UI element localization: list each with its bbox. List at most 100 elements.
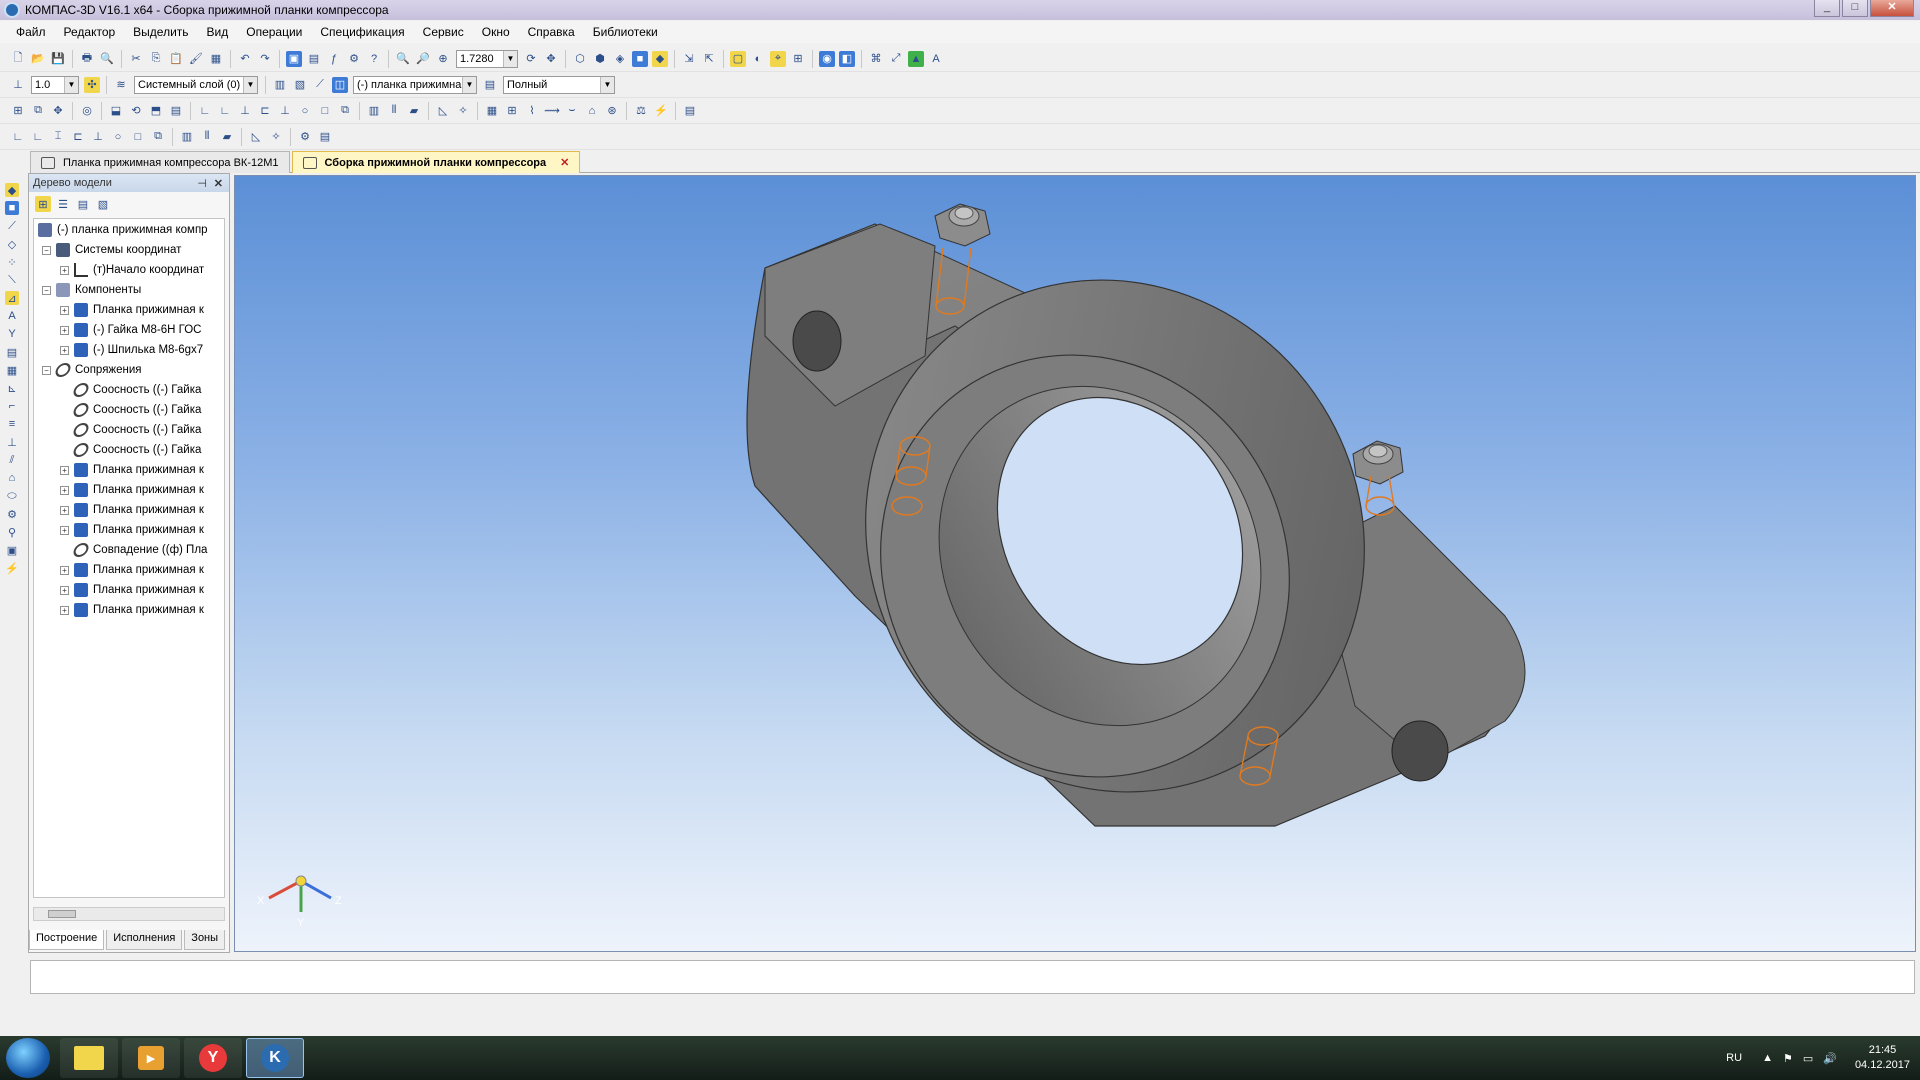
tree-document-icon[interactable]: ▤ (75, 196, 91, 212)
analysis-icon[interactable]: ⚡ (5, 561, 19, 575)
curve-icon[interactable]: ⟿ (544, 103, 560, 119)
appearance-icon[interactable]: ◧ (839, 50, 855, 67)
close-button[interactable]: ✕ (1870, 0, 1914, 17)
display-mode-icon[interactable]: ▤ (482, 77, 498, 93)
tree-node-component-plate[interactable]: + Планка прижимная к (60, 300, 204, 320)
orientation-icon[interactable]: ⌘ (868, 51, 884, 67)
table-icon[interactable]: ▤ (168, 103, 184, 119)
tab-versions[interactable]: Исполнения (106, 930, 183, 950)
shaded-icon[interactable]: ◈ (612, 51, 628, 67)
create-part-icon[interactable]: ⧉ (30, 103, 46, 119)
revolve-icon[interactable]: ⟲ (128, 103, 144, 119)
mate-fix-icon[interactable]: ⧉ (150, 129, 166, 145)
tab-construction[interactable]: Построение (29, 930, 105, 950)
designations-icon[interactable]: A (5, 309, 19, 323)
mate-gear-icon[interactable]: ⫴ (199, 129, 215, 145)
save-icon[interactable]: 💾 (50, 51, 66, 67)
library-icon[interactable]: ▤ (306, 51, 322, 67)
taskbar-kompas[interactable]: K (246, 1038, 304, 1078)
tree-node-mate-group[interactable]: + Планка прижимная к (60, 520, 204, 540)
mate-rotation-icon[interactable]: ◺ (248, 129, 264, 145)
gears-icon[interactable]: ⚙ (5, 507, 19, 521)
mate-tangent-icon[interactable]: □ (130, 129, 146, 145)
component-combo[interactable]: (-) планка прижимна ▼ (353, 75, 477, 94)
tree-node-root[interactable]: (-) планка прижимная компр (38, 220, 208, 240)
measure-icon[interactable]: ⌖ (770, 50, 786, 67)
tree-node-mate-group[interactable]: + Планка прижимная к (60, 480, 204, 500)
hole-icon[interactable]: ◎ (79, 103, 95, 119)
tray-arrow-icon[interactable]: ▲ (1762, 1052, 1773, 1064)
tree-node-mate[interactable]: Соосность ((-) Гайка (71, 420, 201, 440)
tree-node-mates[interactable]: − Сопряжения (42, 360, 142, 380)
move-component-icon[interactable]: ✥ (50, 103, 66, 119)
copy-icon[interactable]: ⎘ (148, 51, 164, 67)
mate-point-icon[interactable]: ✧ (268, 129, 284, 145)
section-icon[interactable]: ⊞ (790, 51, 806, 67)
expand-icon[interactable]: + (60, 525, 69, 535)
dimensions-icon[interactable]: ⊿ (5, 291, 19, 305)
format-painter-icon[interactable]: 🖌 (188, 51, 204, 67)
zoom-combo[interactable]: 1.7280 ▼ (456, 49, 518, 68)
step-combo[interactable]: 1.0 ▼ (31, 75, 79, 94)
tree-node-coord-systems[interactable]: − Системы координат (42, 240, 181, 260)
mate-distance-icon[interactable]: ⊥ (90, 129, 106, 145)
cut-icon[interactable]: ✂ (128, 51, 144, 67)
network-icon[interactable]: ▭ (1803, 1052, 1813, 1065)
select-filter-icon[interactable]: ⇲ (681, 51, 697, 67)
parametrize-icon[interactable]: ⟋ (312, 77, 328, 93)
zoom-all-icon[interactable]: 🔎 (415, 51, 431, 67)
mirror-icon[interactable]: ⫴ (386, 103, 402, 119)
menu-select[interactable]: Выделить (133, 25, 188, 39)
loft-icon[interactable]: ⌂ (584, 103, 600, 119)
tab-zones[interactable]: Зоны (184, 930, 226, 950)
tree-node-mate[interactable]: Соосность ((-) Гайка (71, 400, 201, 420)
pin-icon[interactable]: ⊣ (197, 177, 207, 190)
point-icon[interactable]: ✧ (455, 103, 471, 119)
solid-ops-icon[interactable]: ■ (5, 201, 19, 215)
expand-icon[interactable]: + (60, 485, 69, 495)
expand-icon[interactable]: + (60, 585, 69, 595)
mate-perpendicular-icon[interactable]: ∟ (30, 129, 46, 145)
tab-part-document[interactable]: Планка прижимная компрессора ВК-12М1 (30, 151, 290, 173)
library-manager-icon[interactable]: ▣ (5, 543, 19, 557)
paste-icon[interactable]: 📋 (168, 51, 184, 67)
expand-icon[interactable]: + (60, 265, 69, 275)
minimize-button[interactable]: _ (1814, 0, 1840, 17)
wireframe-icon[interactable]: ⬡ (572, 51, 588, 67)
matrix-icon[interactable]: ⊞ (504, 103, 520, 119)
copy-feature-icon[interactable]: ⧉ (337, 103, 353, 119)
pipes-icon[interactable]: ≡ (5, 417, 19, 431)
tree-node-mate[interactable]: Соосность ((-) Гайка (71, 380, 201, 400)
tab-assembly-document[interactable]: Сборка прижимной планки компрессора ✕ (291, 151, 581, 173)
expand-icon[interactable]: + (60, 305, 69, 315)
help-pointer-icon[interactable]: ? (366, 51, 382, 67)
variables-icon[interactable]: ƒ (326, 51, 342, 67)
layer-combo[interactable]: Системный слой (0) ▼ (134, 75, 258, 94)
pattern-icon[interactable]: ▥ (366, 103, 382, 119)
tree-node-origin[interactable]: + (т)Начало координат (60, 260, 204, 280)
menu-help[interactable]: Справка (528, 25, 575, 39)
menu-view[interactable]: Вид (207, 25, 229, 39)
mates-panel-icon[interactable]: ⌂ (5, 471, 19, 485)
pan-icon[interactable]: ✥ (543, 51, 559, 67)
measure-tool-icon[interactable]: ⊾ (5, 381, 19, 395)
collision-icon[interactable]: ⚡ (653, 103, 669, 119)
maximize-button[interactable]: □ (1842, 0, 1868, 17)
tree-node-mate[interactable]: Совпадение ((ф) Пла (71, 540, 207, 560)
properties-icon[interactable]: ⚙ (346, 51, 362, 67)
sheet-metal-icon[interactable]: ⌐ (5, 399, 19, 413)
spec-table-icon[interactable]: ▤ (682, 103, 698, 119)
expand-icon[interactable]: + (60, 465, 69, 475)
fit-icon[interactable]: ⤢ (888, 51, 904, 67)
close-tab-icon[interactable]: ✕ (560, 156, 569, 169)
sweep-icon[interactable]: ⌣ (564, 103, 580, 119)
tree-node-component-stud[interactable]: + (-) Шпилька М8-6gx7 (60, 340, 203, 360)
calculator-icon[interactable]: ▦ (208, 51, 224, 67)
tree-node-mate-group[interactable]: + Планка прижимная к (60, 560, 204, 580)
mate-report-icon[interactable]: ▤ (317, 129, 333, 145)
menu-window[interactable]: Окно (482, 25, 510, 39)
menu-libraries[interactable]: Библиотеки (593, 25, 658, 39)
menu-operations[interactable]: Операции (246, 25, 302, 39)
export-icon[interactable]: ▲ (908, 50, 924, 67)
mate-symmetry-icon[interactable]: ▥ (179, 129, 195, 145)
